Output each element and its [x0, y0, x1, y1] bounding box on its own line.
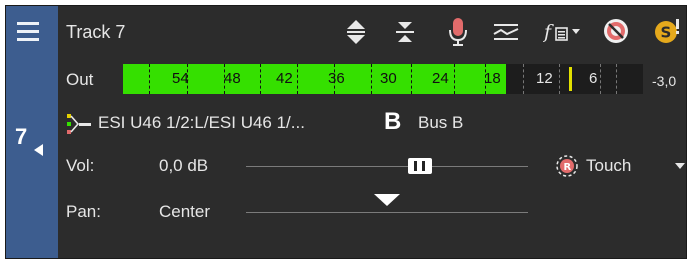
solo-icon[interactable]: S — [654, 17, 682, 45]
pan-label: Pan: — [66, 202, 101, 221]
expand-vertical-icon[interactable] — [345, 20, 367, 44]
output-device-selector[interactable]: ESI U46 1/2:L/ESI U46 1/... — [98, 113, 305, 133]
meter-tick — [297, 64, 298, 94]
collapse-vertical-icon[interactable] — [394, 20, 416, 44]
meter-tick — [454, 64, 455, 94]
meter-scale-label: 24 — [432, 70, 449, 87]
volume-slider-thumb[interactable] — [408, 158, 432, 174]
pan-value[interactable]: Center — [159, 202, 210, 222]
meter-scale-label: 42 — [276, 70, 293, 87]
meter-tick — [411, 64, 412, 94]
envelope-icon[interactable] — [493, 22, 519, 42]
meter-scale-label: 6 — [589, 70, 598, 87]
pan-slider-track[interactable] — [246, 212, 528, 213]
hamburger-icon[interactable] — [17, 22, 39, 42]
output-level-meter: 54 48 42 36 30 24 18 12 6 — [123, 64, 643, 94]
bus-badge[interactable]: B — [384, 108, 401, 136]
meter-peak-value[interactable]: -3,0 — [652, 73, 676, 89]
bus-name[interactable]: Bus B — [418, 113, 463, 133]
svg-text:R: R — [564, 162, 572, 173]
meter-tick — [600, 64, 601, 94]
volume-value[interactable]: 0,0 dB — [159, 156, 208, 176]
chevron-down-icon[interactable] — [675, 162, 685, 170]
meter-scale-label: 18 — [484, 70, 501, 87]
track-header: 7 Track 7 f S Out 54 48 42 36 30 24 18 1… — [5, 5, 687, 259]
volume-label: Vol: — [66, 156, 95, 175]
meter-scale-label: 54 — [172, 70, 189, 87]
volume-slider-track[interactable] — [246, 166, 528, 167]
meter-peak-marker — [569, 67, 572, 91]
meter-tick — [559, 64, 560, 94]
meter-scale-label: 48 — [224, 70, 241, 87]
meter-scale-label: 12 — [536, 70, 553, 87]
svg-text:S: S — [661, 24, 672, 42]
fx-icon[interactable]: f — [543, 18, 583, 46]
meter-tick — [523, 64, 524, 94]
meter-scale-label: 36 — [328, 70, 345, 87]
meter-tick — [149, 64, 150, 94]
output-routing-icon[interactable] — [66, 112, 92, 136]
meter-tick — [371, 64, 372, 94]
meter-tick — [260, 64, 261, 94]
track-volume-indicator-icon — [34, 144, 43, 156]
track-color-strip[interactable]: 7 — [6, 6, 58, 258]
meter-label: Out — [66, 70, 94, 89]
automation-mode[interactable]: Touch — [586, 156, 631, 176]
automation-icon[interactable]: R — [555, 154, 579, 178]
track-name[interactable]: Track 7 — [66, 22, 125, 43]
meter-scale-label: 30 — [380, 70, 397, 87]
meter-tick — [616, 64, 617, 94]
track-number: 7 — [15, 124, 28, 149]
svg-text:f: f — [543, 21, 554, 43]
microphone-icon[interactable] — [448, 17, 468, 47]
pan-slider-thumb[interactable] — [374, 194, 400, 206]
mute-icon[interactable] — [603, 18, 629, 44]
